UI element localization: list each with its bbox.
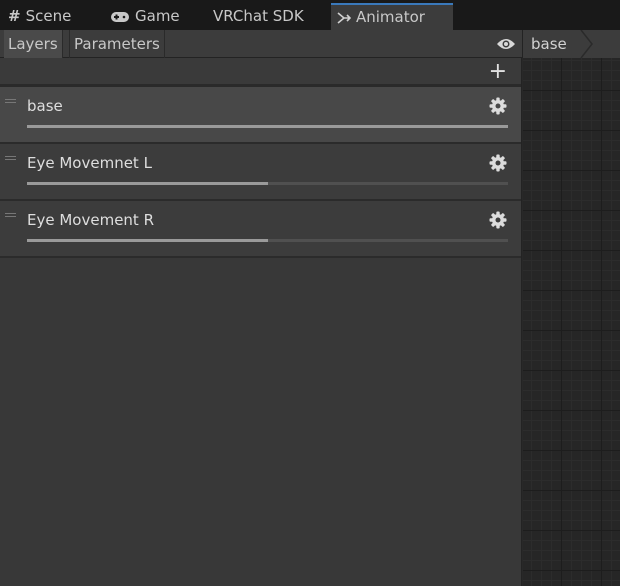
animator-icon — [337, 11, 351, 24]
parameters-tab[interactable]: Parameters — [69, 30, 165, 58]
weight-slider[interactable] — [27, 125, 508, 128]
breadcrumb: base — [522, 30, 620, 58]
layers-tab[interactable]: Layers — [4, 30, 63, 58]
add-layer-button[interactable]: + — [489, 61, 507, 83]
gear-icon[interactable] — [489, 154, 507, 172]
weight-fill — [27, 182, 268, 185]
editor-tab-bar: # Scene Game VRChat SDK Animator — [0, 0, 620, 30]
gamepad-icon — [111, 11, 129, 22]
gear-icon[interactable] — [489, 211, 507, 229]
layer-name: base — [27, 97, 63, 115]
weight-slider[interactable] — [27, 182, 508, 185]
layer-name: Eye Movement R — [27, 211, 154, 229]
tab-game[interactable]: Game — [104, 3, 186, 30]
eye-icon[interactable] — [496, 37, 516, 51]
breadcrumb-chevron-icon — [580, 30, 593, 58]
layer-name: Eye Movemnet L — [27, 154, 152, 172]
weight-fill — [27, 239, 268, 242]
state-machine-graph[interactable] — [523, 58, 620, 586]
grid-icon: # — [8, 7, 21, 25]
layer-item[interactable]: Eye Movement R — [0, 201, 521, 258]
weight-fill — [27, 125, 508, 128]
weight-slider[interactable] — [27, 239, 508, 242]
layer-item[interactable]: base — [0, 87, 521, 144]
drag-handle-icon[interactable] — [5, 99, 16, 103]
drag-handle-icon[interactable] — [5, 156, 16, 160]
animator-toolbar: Layers Parameters — [0, 30, 522, 58]
layers-panel: + base Eye Movemnet L Eye Movement R — [0, 58, 522, 586]
tab-animator[interactable]: Animator — [331, 3, 453, 30]
gear-icon[interactable] — [489, 97, 507, 115]
tab-scene[interactable]: # Scene — [2, 3, 77, 30]
tab-vrchat-sdk[interactable]: VRChat SDK — [207, 3, 310, 30]
layers-header: + — [0, 58, 521, 87]
drag-handle-icon[interactable] — [5, 213, 16, 217]
breadcrumb-base[interactable]: base — [531, 30, 567, 58]
layer-item[interactable]: Eye Movemnet L — [0, 144, 521, 201]
